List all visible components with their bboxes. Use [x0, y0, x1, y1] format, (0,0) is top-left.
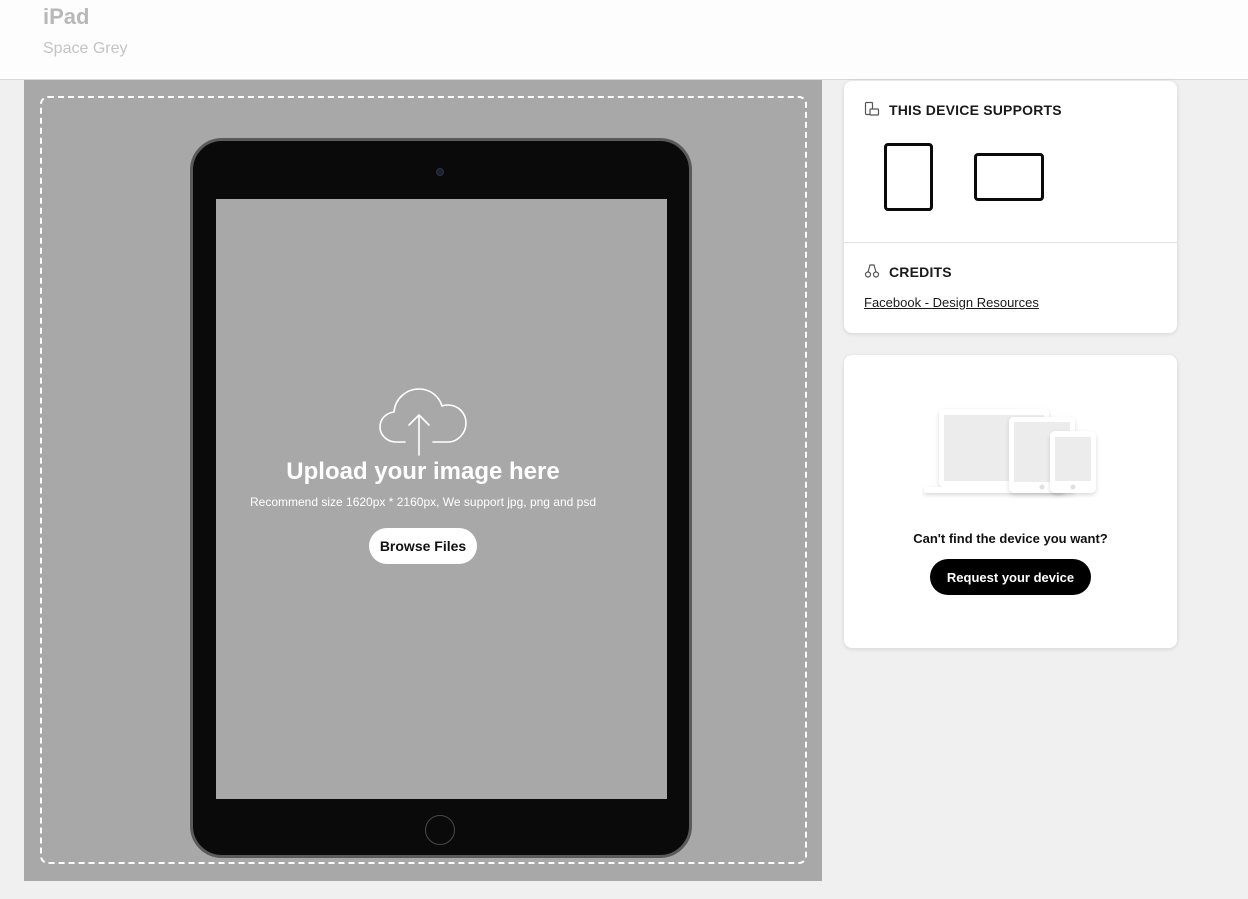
upload-hint: Recommend size 1620px * 2160px, We suppo…: [250, 495, 596, 509]
browse-files-button[interactable]: Browse Files: [369, 528, 477, 564]
request-device-button[interactable]: Request your device: [930, 559, 1091, 595]
devices-illustration-icon: [924, 409, 1096, 493]
upload-overlay: Upload your image here Recommend size 16…: [24, 80, 822, 881]
request-question: Can't find the device you want?: [913, 531, 1108, 546]
device-title: iPad: [43, 4, 90, 29]
credits-link[interactable]: Facebook - Design Resources: [864, 295, 1039, 310]
device-color: Space Grey: [43, 40, 128, 57]
device-info-card: THIS DEVICE SUPPORTS CREDITS Facebook - …: [844, 81, 1177, 333]
mockup-area: Upload your image here Recommend size 16…: [24, 80, 822, 881]
devices-icon: [864, 101, 880, 116]
request-device-card: Can't find the device you want? Request …: [844, 355, 1177, 648]
landscape-orientation-icon[interactable]: [974, 153, 1044, 201]
credits-title: CREDITS: [889, 264, 952, 280]
page-header: iPad Space Grey: [0, 0, 1248, 80]
upload-heading: Upload your image here: [286, 458, 560, 485]
cloud-upload-icon: [379, 388, 467, 456]
card-divider: [844, 242, 1177, 243]
portrait-orientation-icon[interactable]: [884, 143, 933, 211]
credits-icon: [864, 264, 880, 278]
supports-title: THIS DEVICE SUPPORTS: [889, 102, 1062, 118]
